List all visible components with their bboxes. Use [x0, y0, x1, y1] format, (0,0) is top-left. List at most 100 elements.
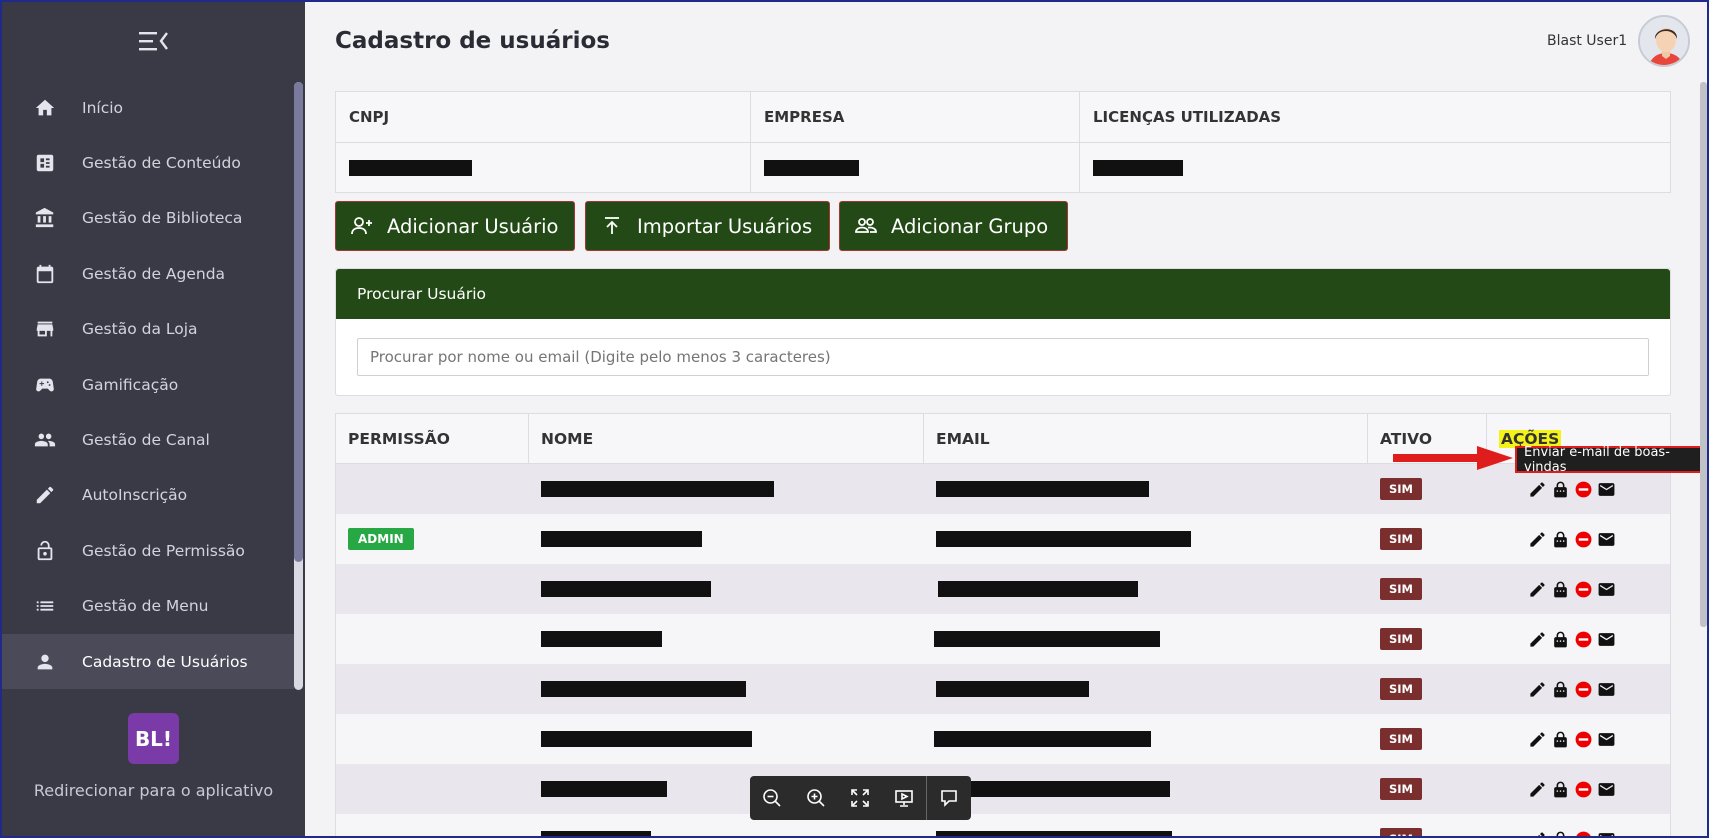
- redacted-block: [934, 731, 1151, 747]
- mail-icon[interactable]: [1597, 630, 1616, 649]
- empresa-header: EMPRESA: [751, 92, 1080, 142]
- sidebar-scrollbar-thumb[interactable]: [294, 82, 303, 562]
- edit-icon[interactable]: [1528, 480, 1547, 499]
- sidebar-item-permissao[interactable]: Gestão de Permissão: [2, 523, 294, 578]
- active-badge: SIM: [1380, 528, 1423, 550]
- redacted-block: [541, 831, 651, 836]
- sidebar-item-menu[interactable]: Gestão de Menu: [2, 579, 294, 634]
- block-icon[interactable]: [1574, 830, 1593, 836]
- add-group-button[interactable]: Adicionar Grupo: [839, 201, 1068, 251]
- import-users-button[interactable]: Importar Usuários: [585, 201, 830, 251]
- table-row: SIM: [336, 614, 1670, 664]
- sidebar-item-autoinscricao[interactable]: AutoInscrição: [2, 468, 294, 523]
- mail-icon[interactable]: [1597, 480, 1616, 499]
- lock-icon[interactable]: [1551, 580, 1570, 599]
- active-badge: SIM: [1380, 578, 1423, 600]
- block-icon[interactable]: [1574, 530, 1593, 549]
- permission-cell: [336, 464, 529, 514]
- email-cell: [924, 464, 1368, 514]
- edit-icon[interactable]: [1528, 730, 1547, 749]
- sidebar-item-inicio[interactable]: Início: [2, 80, 294, 135]
- block-icon[interactable]: [1574, 680, 1593, 699]
- lock-icon[interactable]: [1551, 530, 1570, 549]
- email-cell: [924, 514, 1368, 564]
- mail-icon[interactable]: [1597, 680, 1616, 699]
- lock-icon[interactable]: [1551, 830, 1570, 836]
- comment-button[interactable]: [927, 776, 971, 820]
- zoom-out-button[interactable]: [750, 776, 794, 820]
- sidebar-item-gamificacao[interactable]: Gamificação: [2, 357, 294, 412]
- permission-cell: [336, 614, 529, 664]
- store-icon: [34, 318, 56, 340]
- edit-icon[interactable]: [1528, 830, 1547, 836]
- table-row: SIM: [336, 764, 1670, 814]
- add-user-label: Adicionar Usuário: [387, 214, 559, 238]
- mail-icon[interactable]: [1597, 730, 1616, 749]
- redacted-block: [936, 531, 1191, 547]
- edit-icon[interactable]: [1528, 530, 1547, 549]
- email-cell: [924, 814, 1368, 836]
- sidebar-item-label: Gestão da Loja: [82, 320, 198, 339]
- sidebar-item-agenda[interactable]: Gestão de Agenda: [2, 246, 294, 301]
- lock-icon[interactable]: [1551, 630, 1570, 649]
- active-cell: SIM: [1368, 764, 1487, 814]
- group-icon: [855, 218, 877, 233]
- mail-icon[interactable]: [1597, 780, 1616, 799]
- active-badge: SIM: [1380, 828, 1423, 836]
- sidebar-item-label: Cadastro de Usuários: [82, 652, 248, 671]
- block-icon[interactable]: [1574, 730, 1593, 749]
- redirect-app-link[interactable]: Redirecionar para o aplicativo: [2, 781, 305, 800]
- fullscreen-button[interactable]: [838, 776, 882, 820]
- email-cell: [924, 664, 1368, 714]
- users-table-body: SIM ADMIN SIM SIM SIM SIM SIM SIM SIM: [336, 464, 1670, 836]
- add-user-button[interactable]: Adicionar Usuário: [335, 201, 575, 251]
- lock-icon[interactable]: [1551, 480, 1570, 499]
- edit-icon[interactable]: [1528, 630, 1547, 649]
- mail-icon[interactable]: [1597, 830, 1616, 836]
- page-scrollbar[interactable]: [1700, 82, 1707, 627]
- lock-icon[interactable]: [1551, 680, 1570, 699]
- block-icon[interactable]: [1574, 580, 1593, 599]
- fullscreen-icon: [851, 789, 869, 807]
- redacted-block: [936, 781, 1170, 797]
- lock-icon[interactable]: [1551, 730, 1570, 749]
- sidebar-scrollbar[interactable]: [294, 82, 303, 690]
- redacted-block: [541, 781, 667, 797]
- list-icon: [34, 595, 56, 617]
- sidebar-item-label: AutoInscrição: [82, 486, 188, 505]
- edit-icon[interactable]: [1528, 680, 1547, 699]
- sidebar-item-cadastro-usuarios[interactable]: Cadastro de Usuários: [2, 633, 294, 690]
- redacted-block: [936, 831, 1172, 836]
- mail-icon[interactable]: [1597, 530, 1616, 549]
- zoom-in-icon: [807, 789, 825, 807]
- row-actions: [1528, 630, 1616, 649]
- block-icon[interactable]: [1574, 480, 1593, 499]
- present-icon: [895, 790, 913, 807]
- edit-icon[interactable]: [1528, 780, 1547, 799]
- block-icon[interactable]: [1574, 780, 1593, 799]
- sidebar-item-loja[interactable]: Gestão da Loja: [2, 302, 294, 357]
- mail-icon[interactable]: [1597, 580, 1616, 599]
- block-icon[interactable]: [1574, 630, 1593, 649]
- lock-icon: [34, 540, 56, 562]
- present-button[interactable]: [882, 776, 926, 820]
- avatar[interactable]: [1638, 15, 1690, 67]
- menu-collapse-icon[interactable]: [137, 28, 169, 54]
- redacted-block: [541, 481, 774, 497]
- sidebar-item-conteudo[interactable]: Gestão de Conteúdo: [2, 135, 294, 190]
- app-logo: BL!: [128, 713, 179, 764]
- edit-icon[interactable]: [1528, 580, 1547, 599]
- active-badge: SIM: [1380, 678, 1423, 700]
- active-cell: SIM: [1368, 714, 1487, 764]
- sidebar-item-canal[interactable]: Gestão de Canal: [2, 412, 294, 467]
- email-header: EMAIL: [924, 414, 1368, 463]
- user-name[interactable]: Blast User1: [1547, 33, 1627, 49]
- redacted-block: [541, 631, 662, 647]
- sidebar-item-label: Gestão de Conteúdo: [82, 154, 241, 173]
- sidebar-item-biblioteca[interactable]: Gestão de Biblioteca: [2, 191, 294, 246]
- lock-icon[interactable]: [1551, 780, 1570, 799]
- redacted-block: [541, 731, 752, 747]
- library-icon: [34, 207, 56, 229]
- search-input[interactable]: [357, 338, 1649, 376]
- zoom-in-button[interactable]: [794, 776, 838, 820]
